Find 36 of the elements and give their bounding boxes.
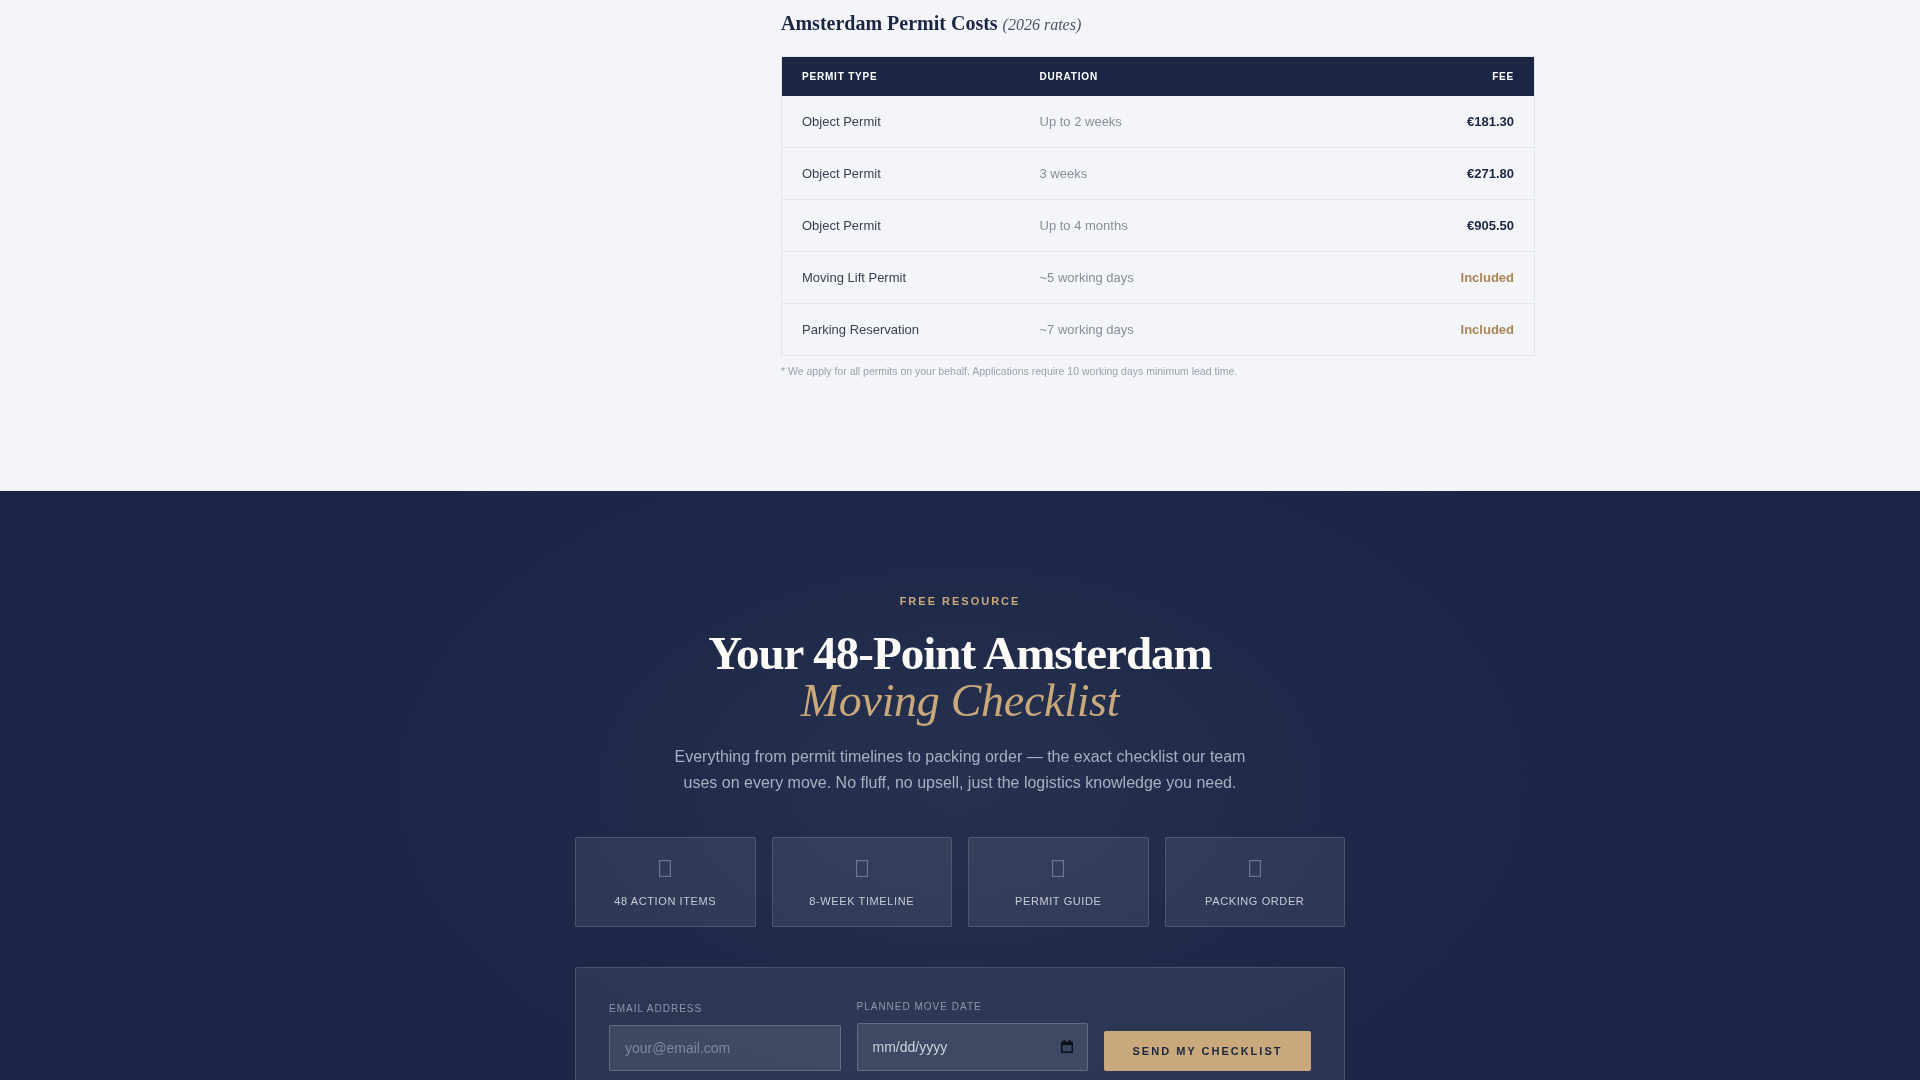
table-cell: 3 weeks bbox=[1019, 147, 1323, 200]
eyebrow-label: FREE RESOURCE bbox=[899, 594, 1021, 608]
calendar-icon[interactable] bbox=[1061, 1040, 1073, 1053]
send-checklist-button[interactable]: SEND MY CHECKLIST bbox=[1104, 1031, 1311, 1071]
section-heading: Your 48-Point Amsterdam bbox=[708, 629, 1212, 677]
table-cell: Object Permit bbox=[781, 147, 1020, 200]
heading-accent-text: Moving Checklist bbox=[799, 677, 1122, 725]
column-header: DURATION bbox=[1019, 56, 1323, 96]
table-cell: Up to 2 weeks bbox=[1019, 95, 1323, 148]
column-header: FEE bbox=[1322, 56, 1535, 96]
table-cell: ~5 working days bbox=[1019, 251, 1323, 304]
feature-label: PERMIT GUIDE bbox=[1015, 895, 1102, 908]
empty-glyph-icon bbox=[659, 860, 672, 877]
feature-label: 8-WEEK TIMELINE bbox=[809, 895, 915, 908]
fee-text: €905.50 bbox=[1467, 218, 1514, 233]
table-cell: Parking Reservation bbox=[781, 303, 1020, 356]
field-label: EMAIL ADDRESS bbox=[609, 1002, 703, 1015]
table-cell: Up to 4 months bbox=[1019, 199, 1323, 252]
table-cell: Object Permit bbox=[781, 199, 1020, 252]
table-cell: Moving Lift Permit bbox=[781, 251, 1020, 304]
table-title: Amsterdam Permit Costs (2026 rates) bbox=[781, 11, 1082, 36]
empty-glyph-icon bbox=[855, 860, 868, 877]
fee-text: €271.80 bbox=[1467, 166, 1514, 181]
fee-text: Included bbox=[1460, 322, 1514, 337]
table-cell: Object Permit bbox=[781, 95, 1020, 148]
table-cell: ~7 working days bbox=[1019, 303, 1323, 356]
field-label: PLANNED MOVE DATE bbox=[856, 1000, 982, 1013]
column-header: PERMIT TYPE bbox=[781, 56, 1020, 96]
empty-glyph-icon bbox=[1248, 860, 1261, 877]
footnote-text: * We apply for all permits on your behalf. Applications require 10 working days minimum lead time. bbox=[781, 364, 1239, 378]
feature-label: PACKING ORDER bbox=[1205, 895, 1305, 908]
feature-label: 48 ACTION ITEMS bbox=[614, 895, 717, 908]
fee-text: €181.30 bbox=[1467, 113, 1514, 129]
empty-glyph-icon bbox=[1052, 860, 1065, 877]
description-text: Everything from permit timelines to packing order — the exact checklist our team uses on every move. No fluff, no upsell, just the logistics knowledge you need. bbox=[673, 747, 1247, 793]
fee-text: Included bbox=[1460, 270, 1514, 285]
